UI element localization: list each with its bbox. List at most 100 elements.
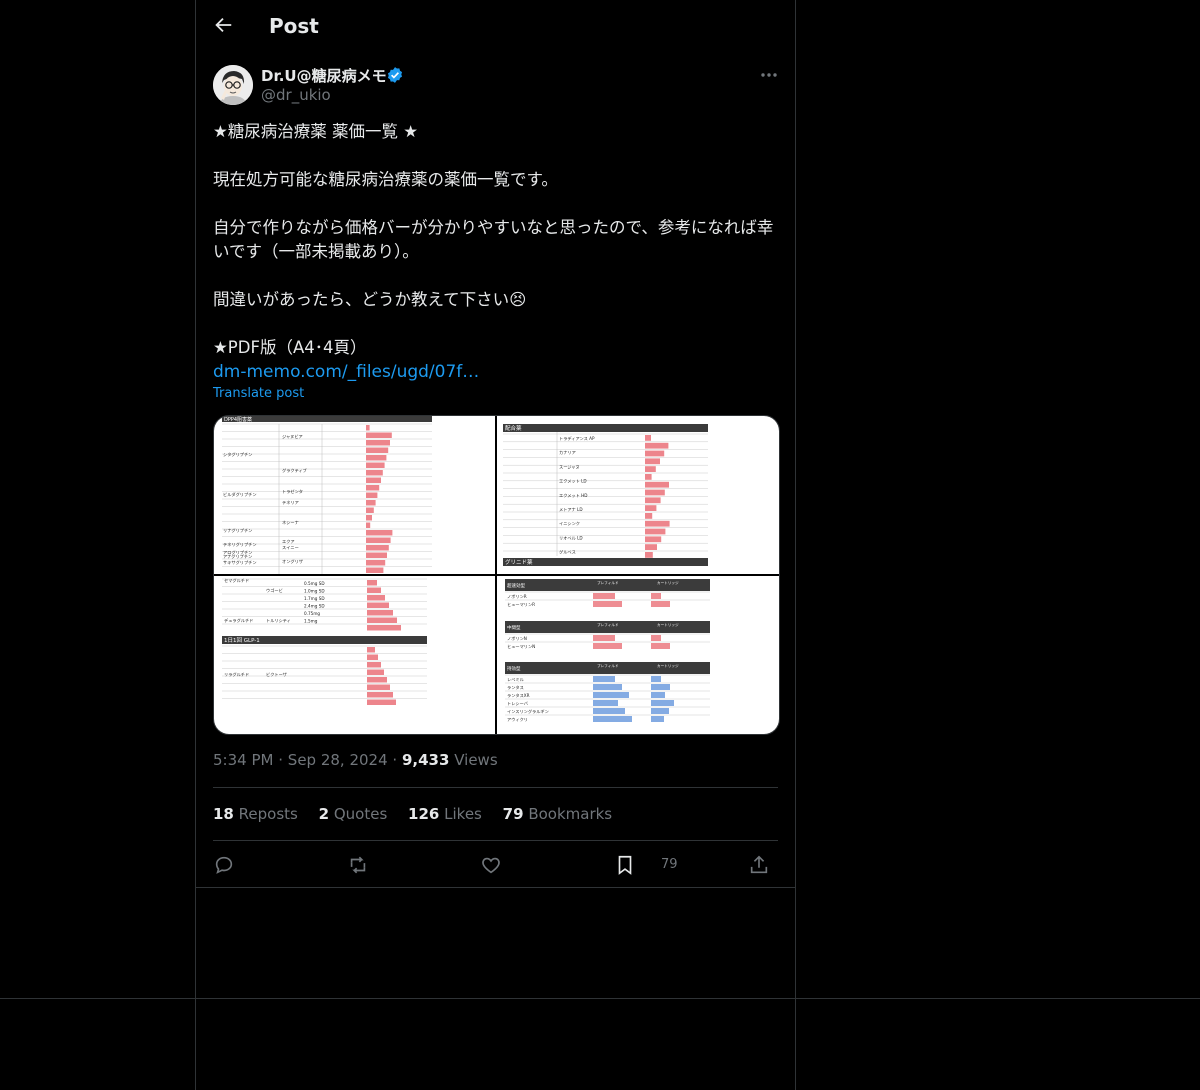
brand-name: ジャヌビア — [282, 433, 303, 440]
tweet-line: 間違いがあったら、どうか教えて下さい😣 — [213, 290, 527, 309]
dose-label: 0.75mg — [304, 611, 320, 616]
author-name[interactable]: Dr.U@糖尿病メモ — [261, 65, 387, 86]
price-bar — [645, 552, 653, 558]
insulin-name: インスリングラルギン — [507, 708, 549, 715]
price-bar — [366, 432, 392, 438]
combo-row: エクメット HD — [559, 493, 587, 499]
repost-icon[interactable] — [347, 854, 369, 876]
media-image-dpp4[interactable]: DPP4阻害薬 シタグリプチン ビルダグリプチン リナグリプチン テネリグリプチン アロ… — [214, 416, 495, 574]
dose-label: 1.0mg SD — [304, 589, 325, 594]
likes-stat[interactable]: 126 Likes — [408, 805, 482, 823]
back-arrow-icon[interactable] — [212, 14, 234, 36]
share-icon[interactable] — [748, 854, 770, 876]
price-bar — [367, 669, 384, 675]
price-bar — [367, 610, 393, 616]
insulin-name: ノボリンR — [507, 593, 527, 599]
price-bar — [651, 643, 670, 649]
price-bar — [593, 692, 629, 698]
media-image-insulin[interactable]: 超速効型 プレフィルド カートリッジ ノボリンR ヒューマリンR 中間型 プレフィルド カート… — [497, 576, 779, 734]
price-bar — [645, 474, 652, 480]
translate-post-link[interactable]: Translate post — [213, 386, 304, 401]
price-bar — [651, 593, 661, 599]
avatar-illustration-icon — [213, 65, 253, 105]
dose-label: 1.5mg — [304, 619, 318, 624]
combo-row: グルベス — [559, 549, 576, 556]
author-handle[interactable]: @dr_ukio — [261, 86, 331, 104]
dose-label: 1.7mg SD — [304, 596, 325, 601]
price-bar — [366, 447, 389, 453]
insulin-name: レベミル — [507, 677, 524, 682]
price-bar — [651, 716, 664, 722]
tweet-line: 自分で作りながら価格バーが分かりやすいなと思ったので、参考になれば幸いです（一部… — [213, 218, 774, 261]
insulin-name: ランタス — [507, 684, 524, 691]
reposts-label: Reposts — [238, 805, 298, 823]
views-count: 9,433 — [401, 751, 450, 769]
combo-row: カナリア — [559, 450, 576, 456]
price-bar — [367, 625, 401, 631]
post-time[interactable]: 5:34 PM — [213, 751, 273, 769]
avatar[interactable] — [213, 65, 253, 105]
insulin-name: アウィクリ — [507, 716, 528, 723]
price-bar — [651, 676, 661, 682]
main-column: Post Dr.U@糖尿病メモ @dr_ukio ★糖尿病治療薬 薬価一覧 ★ … — [195, 0, 796, 1090]
media-image-combo[interactable]: 配合薬 トラディアンス AP カナリア スージャヌ エクメット LD エクメット HD メ… — [497, 416, 779, 574]
drug-name: ビルダグリプチン — [223, 491, 257, 498]
media-grid: DPP4阻害薬 シタグリプチン ビルダグリプチン リナグリプチン テネリグリプチン アロ… — [213, 415, 780, 735]
price-bar — [593, 716, 632, 722]
price-bar — [651, 684, 670, 690]
price-bar — [593, 635, 615, 641]
price-bar — [366, 567, 384, 573]
insulin-col: プレフィルド — [597, 663, 619, 668]
media-image-glp1[interactable]: 0.5mg SD 1.0mg SD 1.7mg SD 2.4mg SD 0.75mg 1.… — [214, 576, 495, 734]
price-bar — [367, 602, 389, 608]
bookmark-icon[interactable] — [614, 854, 636, 876]
drug-name: セマグルチド — [224, 577, 249, 584]
brand-name: テネリア — [282, 500, 299, 506]
brand-name: ネシーナ — [282, 520, 299, 526]
price-bar — [366, 440, 390, 446]
price-bar — [651, 700, 674, 706]
brand-name: グラクティブ — [282, 467, 308, 474]
price-bar — [645, 505, 657, 511]
quotes-stat[interactable]: 2 Quotes — [319, 805, 388, 823]
pdf-link[interactable]: dm-memo.com/_files/ugd/07f… — [213, 362, 479, 382]
price-bar — [366, 522, 371, 528]
brand-name: トラゼンタ — [282, 488, 303, 495]
post-date[interactable]: Sep 28, 2024 — [288, 751, 388, 769]
bookmarks-label: Bookmarks — [528, 805, 613, 823]
engagement-stats: 18 Reposts 2 Quotes 126 Likes 79 Bookmar… — [213, 805, 628, 823]
quotes-label: Quotes — [333, 805, 388, 823]
more-options-icon[interactable] — [759, 64, 779, 84]
insulin-col: カートリッジ — [657, 622, 679, 627]
price-bar — [366, 462, 385, 468]
bookmarks-stat[interactable]: 79 Bookmarks — [503, 805, 612, 823]
combo-row: リオベル LD — [559, 535, 583, 540]
insulin-col: カートリッジ — [657, 663, 679, 668]
price-bar — [367, 647, 375, 653]
price-bar — [645, 544, 657, 550]
price-bar — [367, 617, 397, 623]
insulin-name: ノボリンN — [507, 635, 527, 641]
price-bar — [645, 489, 665, 496]
insulin-group: 超速効型 — [507, 582, 525, 589]
price-bar — [367, 654, 378, 660]
price-bar — [645, 458, 660, 465]
meta-separator: · — [392, 751, 398, 769]
price-bar — [366, 500, 376, 506]
reply-icon[interactable] — [213, 854, 235, 876]
divider — [213, 840, 778, 841]
price-bar — [593, 684, 622, 690]
brand-name: ウゴービ — [266, 587, 283, 593]
price-bar — [651, 692, 665, 698]
price-bar — [645, 450, 665, 457]
drug-name: リラグルチド — [224, 671, 249, 678]
price-bar — [593, 593, 615, 599]
price-bar — [366, 485, 380, 491]
like-icon[interactable] — [480, 854, 502, 876]
price-bar — [366, 530, 393, 536]
insulin-group: 持効型 — [507, 665, 521, 672]
post-header: Post — [196, 0, 795, 53]
reposts-stat[interactable]: 18 Reposts — [213, 805, 298, 823]
views-label: Views — [454, 751, 498, 769]
price-bar — [366, 507, 374, 513]
